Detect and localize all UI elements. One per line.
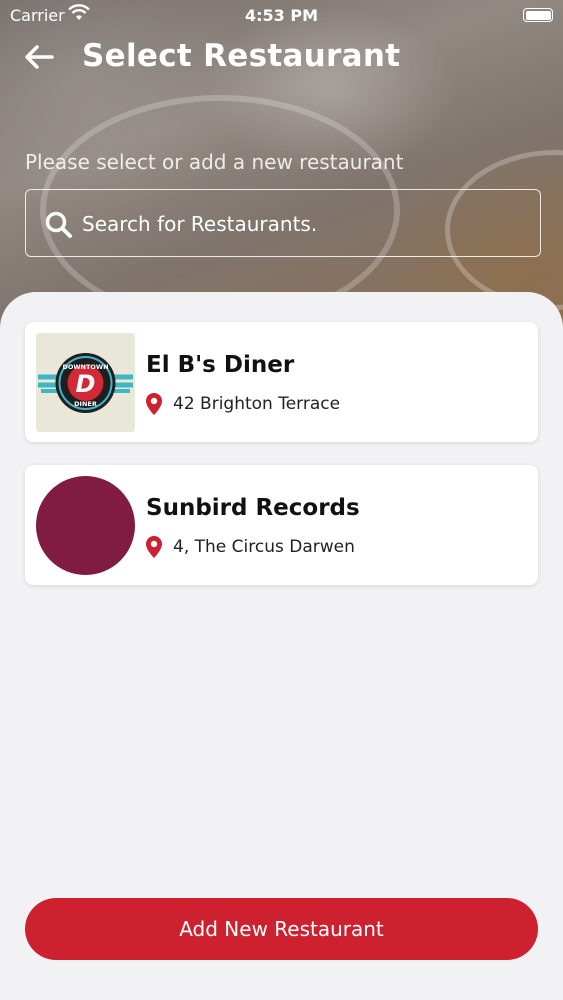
arrow-left-icon[interactable] [22, 42, 56, 72]
restaurant-address: 42 Brighton Terrace [173, 394, 341, 414]
logo-text-bottom: DINER [74, 400, 97, 408]
add-new-restaurant-button[interactable]: Add New Restaurant [25, 898, 538, 960]
restaurant-name: El B's Diner [146, 352, 295, 378]
restaurant-address: 4, The Circus Darwen [173, 537, 355, 557]
search-subtitle: Please select or add a new restaurant [25, 150, 404, 174]
color-circle [36, 476, 135, 575]
status-bar: Carrier 4:53 PM [0, 0, 563, 30]
logo-letter: D [76, 370, 96, 398]
search-icon [45, 211, 72, 238]
location-pin-icon [146, 536, 162, 558]
restaurant-card[interactable]: Sunbird Records 4, The Circus Darwen [25, 465, 538, 585]
page-title: Select Restaurant [82, 38, 401, 74]
top-bar: Select Restaurant [0, 36, 563, 80]
battery-icon [523, 8, 553, 22]
status-time: 4:53 PM [244, 6, 318, 25]
location-pin-icon [146, 393, 162, 415]
search-input[interactable] [82, 204, 522, 244]
search-box[interactable] [25, 189, 541, 257]
downtown-diner-logo: DOWNTOWN D DINER [36, 333, 135, 432]
restaurant-card[interactable]: DOWNTOWN D DINER El B's Diner 42 Brighto… [25, 322, 538, 442]
restaurant-name: Sunbird Records [146, 495, 360, 521]
